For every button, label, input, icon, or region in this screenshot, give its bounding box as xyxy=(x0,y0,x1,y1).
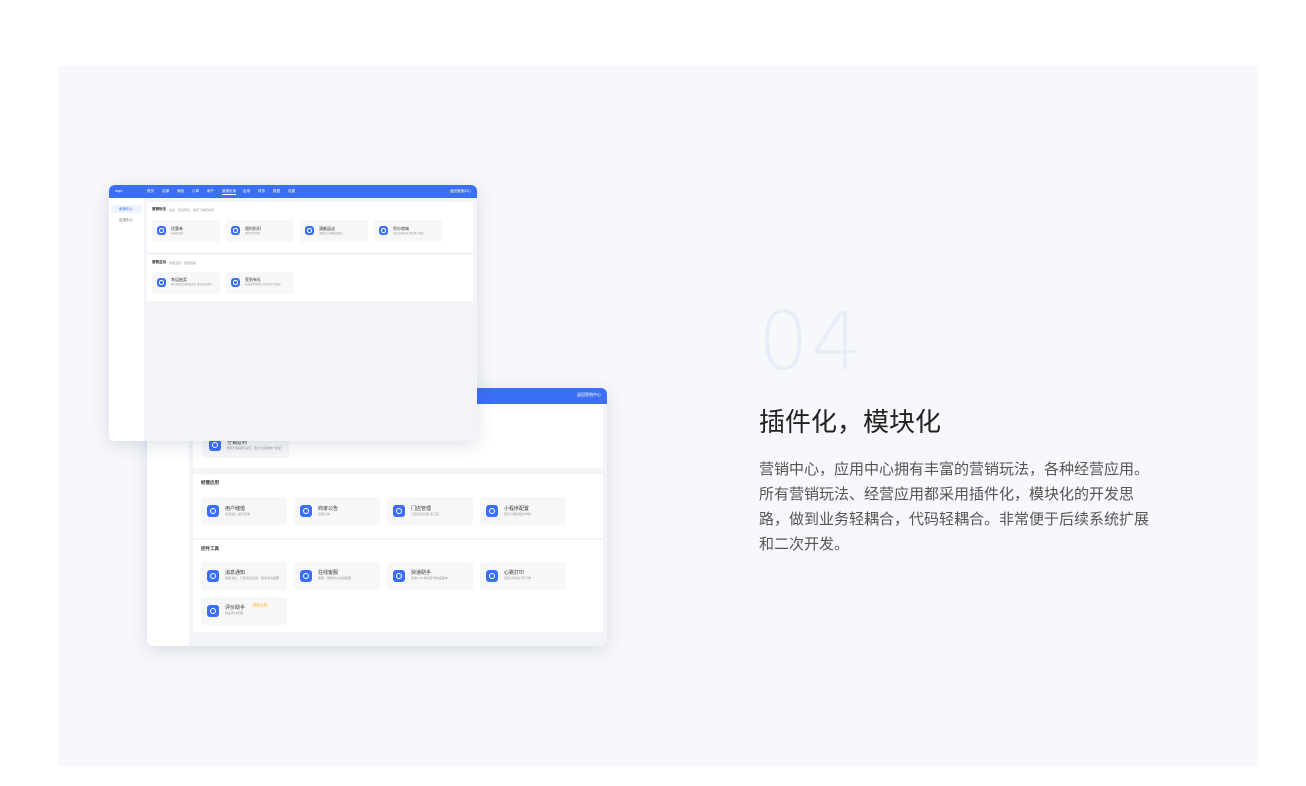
section-tools: 控件工具 消息通知 模板消息，订阅消息设置，短信消息提醒 在线客服 客服，帮助中… xyxy=(193,540,603,632)
app-name: 在线客服 xyxy=(318,570,339,576)
app-desc: 门店信息管理 多门店 xyxy=(411,512,439,516)
nav-item[interactable]: 店铺 xyxy=(162,189,169,194)
app-name: 商家公告 xyxy=(318,506,339,512)
feature-description: 营销中心，应用中心拥有丰富的营销玩法，各种经营应用。所有营销玩法、经营应用都采用… xyxy=(759,460,1150,553)
section-marketing-play: 营销玩法 拉新、促活转化、提高下单转化率 优惠券 领券促转化 限时折扣 限时打折… xyxy=(147,202,473,252)
sidebar-item-marketing[interactable]: 营销中心 xyxy=(111,205,142,213)
app-desc: 限时打折促销 xyxy=(245,232,261,235)
app-desc: 积分兑换商品 增加用户粘性 xyxy=(393,232,424,235)
app-card[interactable]: 消息通知 模板消息，订阅消息设置，短信消息提醒 xyxy=(201,562,287,590)
app-name: 心跳打印 xyxy=(504,570,525,576)
app-card[interactable]: 快递助手 快递100 物流查询快递面单 xyxy=(387,562,473,590)
gift-icon xyxy=(305,226,314,235)
app-card[interactable]: 用户储值 充值送礼 提升复购 xyxy=(201,497,287,525)
points-icon xyxy=(379,226,388,235)
app-card[interactable]: 商家公告 店铺公告 xyxy=(294,497,380,525)
app-card[interactable]: 满额返送 满额立减 满额送赠品 xyxy=(300,220,368,242)
nav-item[interactable]: 首页 xyxy=(147,189,154,194)
app-desc: 每日签到领积分 提升用户活跃度 xyxy=(245,283,281,286)
section-title: 营销玩法 xyxy=(152,207,166,211)
app-desc: 配置小程序相关参数 xyxy=(504,512,532,516)
brand-logo: logo xyxy=(115,189,123,193)
feature-number: 04 xyxy=(758,295,864,388)
main-content: 营销玩法 拉新、促活转化、提高下单转化率 优惠券 领券促转化 限时折扣 限时打折… xyxy=(144,198,477,441)
app-card[interactable]: 积分商城 积分兑换商品 增加用户粘性 xyxy=(374,220,442,242)
section-subtitle: 增加活跃、裂变传播 xyxy=(169,260,197,265)
app-card[interactable]: 优惠券 领券促转化 xyxy=(152,220,220,242)
nav-item[interactable]: 设置 xyxy=(288,189,295,194)
app-card[interactable]: 心跳打印 连接打印机打印订单 xyxy=(480,562,566,590)
app-name: 门店管理 xyxy=(411,506,432,512)
nav-item[interactable]: 用户 xyxy=(207,189,214,194)
clock-icon xyxy=(231,226,240,235)
section-subtitle: 拉新、促活转化、提高下单转化率 xyxy=(169,207,215,212)
app-name: 消息通知 xyxy=(225,570,246,576)
miniapp-icon xyxy=(486,505,498,517)
message-icon xyxy=(207,570,219,582)
section-business-apps: 经营应用 用户储值 充值送礼 提升复购 商家公告 店铺公告 门店管理 门店信息管… xyxy=(193,474,603,538)
app-card[interactable]: 小程序配置 配置小程序相关参数 xyxy=(480,497,566,525)
app-name: 评价助手 xyxy=(225,605,246,611)
app-desc: 客服，帮助中心在线客服 xyxy=(318,576,352,580)
app-card[interactable]: 门店管理 门店信息管理 多门店 xyxy=(387,497,473,525)
app-card[interactable]: 在线客服 客服，帮助中心在线客服 xyxy=(294,562,380,590)
store-icon xyxy=(393,505,405,517)
app-name: 快递助手 xyxy=(411,570,432,576)
app-card[interactable]: 限时折扣 限时打折促销 xyxy=(226,220,294,242)
app-card[interactable]: 签到有礼 每日签到领积分 提升用户活跃度 xyxy=(226,272,294,294)
wallet-icon xyxy=(207,505,219,517)
bookmark-icon xyxy=(393,570,405,582)
nav-item[interactable]: 数据 xyxy=(273,189,280,194)
nav-item[interactable]: 应用 xyxy=(243,189,250,194)
nav-item-active[interactable]: 营销应用 xyxy=(222,189,236,195)
nav-item[interactable]: 订单 xyxy=(192,189,199,194)
nav-item[interactable]: 商品 xyxy=(177,189,184,194)
chat-icon xyxy=(300,570,312,582)
app-desc: 快递100 物流查询快递面单 xyxy=(411,576,448,580)
section-marketing-interact: 营销互动 增加活跃、裂变传播 幸运抽奖 参与抽奖活动赢取奖品 增加店铺活跃 签到… xyxy=(147,255,473,301)
app-desc: 连接打印机打印订单 xyxy=(504,576,532,580)
section-title: 经营应用 xyxy=(201,481,219,486)
sidebar-item-label: 应用中心 xyxy=(119,218,133,222)
section-title: 控件工具 xyxy=(201,547,219,552)
lottery-icon xyxy=(157,278,166,287)
sidebar-item-label: 营销中心 xyxy=(119,207,133,211)
top-nav-bar: logo 首页 店铺 商品 订单 用户 营销应用 应用 财务 数据 设置 返回营… xyxy=(109,185,477,198)
app-desc: 满额立减 满额送赠品 xyxy=(319,232,343,235)
return-link[interactable]: 返回营销中心 xyxy=(450,189,471,194)
coupon-icon xyxy=(157,226,166,235)
app-card[interactable]: 评价助手 即将上线 商品评价管理 xyxy=(201,597,287,625)
bell-icon xyxy=(300,505,312,517)
app-desc: 模板消息，订阅消息设置，短信消息提醒 xyxy=(225,576,280,580)
marketing-center-screenshot: logo 首页 店铺 商品 订单 用户 营销应用 应用 财务 数据 设置 返回营… xyxy=(109,185,477,441)
nav-item[interactable]: 财务 xyxy=(258,189,265,194)
status-badge: 即将上线 xyxy=(251,603,269,608)
app-name: 用户储值 xyxy=(225,506,246,512)
app-desc: 充值送礼 提升复购 xyxy=(225,512,250,516)
feature-title: 插件化，模块化 xyxy=(759,408,942,438)
sidebar-item-apps[interactable]: 应用中心 xyxy=(111,216,142,224)
app-desc: 参与抽奖活动赢取奖品 增加店铺活跃 xyxy=(171,283,212,286)
printer-icon xyxy=(486,570,498,582)
doc-icon xyxy=(207,605,219,617)
app-desc: 领券促转化 xyxy=(171,232,184,235)
app-desc: 按照分销返利设置，用户之间的推广收益 xyxy=(227,446,282,450)
sidebar: 营销中心 应用中心 xyxy=(109,198,144,441)
app-name: 小程序配置 xyxy=(504,506,530,512)
checkin-icon xyxy=(231,278,240,287)
return-link[interactable]: 返回营销中心 xyxy=(577,392,601,398)
app-desc: 商品评价管理 xyxy=(225,611,244,615)
app-card[interactable]: 幸运抽奖 参与抽奖活动赢取奖品 增加店铺活跃 xyxy=(152,272,220,294)
section-title: 营销互动 xyxy=(152,260,166,264)
app-desc: 店铺公告 xyxy=(318,512,331,516)
